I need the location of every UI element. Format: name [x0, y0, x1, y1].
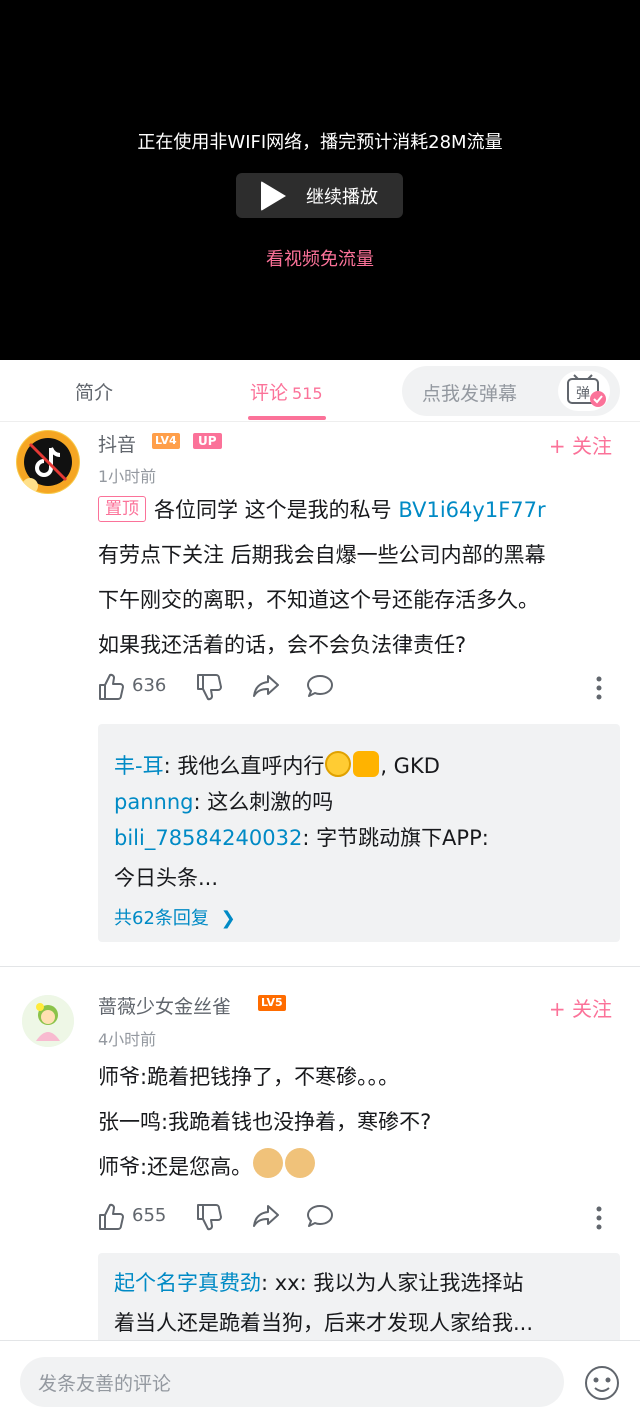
avatar-image — [22, 995, 74, 1047]
doge-emoji-icon — [253, 1148, 284, 1178]
continue-play-button[interactable]: 继续播放 — [236, 173, 403, 218]
reply-icon[interactable] — [306, 1203, 334, 1229]
network-notice: 正在使用非WIFI网络，播完预计消耗28M流量 — [137, 132, 503, 153]
follow-button[interactable]: + 关注 — [549, 430, 612, 459]
comment-item: 抖音 LV4 UP + 关注 1小时前 置顶 各位同学 这个是我的私号 BV1i6… — [0, 422, 640, 966]
level-badge: LV4 — [152, 433, 180, 449]
reply-text: 今日头条... — [114, 866, 219, 890]
reply-username[interactable]: 丰-耳 — [114, 754, 164, 778]
more-options-icon[interactable] — [596, 1205, 602, 1231]
danmaku-placeholder: 点我发弹幕 — [422, 383, 518, 405]
comment-text: 师爷:还是您高。 — [98, 1155, 253, 1179]
reply-text: , GKD — [380, 754, 440, 778]
share-icon[interactable] — [252, 1203, 280, 1229]
comment-count: 515 — [292, 384, 323, 403]
reply-item: pannng: 这么刺激的吗 — [114, 784, 333, 820]
reply-text: : xx: 我以为人家让我选择站 — [261, 1271, 524, 1295]
avatar[interactable] — [22, 995, 74, 1047]
continue-play-label: 继续播放 — [306, 186, 378, 208]
danmaku-input[interactable]: 点我发弹幕 弹 — [402, 366, 620, 416]
dislike-icon[interactable] — [196, 1203, 222, 1231]
pinned-badge: 置顶 — [98, 496, 146, 522]
like-count: 655 — [132, 1205, 167, 1226]
danmaku-toggle-icon[interactable]: 弹 — [556, 371, 612, 411]
reply-item: 着当人还是跪着当狗，后来才发现人家给我... — [114, 1305, 533, 1341]
video-link[interactable]: BV1i64y1F77r — [398, 498, 545, 522]
play-icon — [261, 180, 286, 211]
reply-preview[interactable]: 起个名字真费劲: xx: 我以为人家让我选择站 着当人还是跪着当狗，后来才发现人… — [98, 1253, 620, 1340]
reply-text: : 我他么直呼内行 — [163, 754, 325, 778]
svg-text:弹: 弹 — [576, 386, 590, 402]
view-more-replies[interactable]: 共62条回复 ❯ — [114, 904, 236, 930]
like-count: 636 — [132, 675, 167, 696]
comment-text: 各位同学 这个是我的私号 — [154, 498, 399, 522]
tab-intro[interactable]: 简介 — [75, 378, 113, 405]
comment-actions: 636 — [98, 673, 618, 703]
comment-text: 有劳点下关注 后期我会自爆一些公司内部的黑幕 — [98, 543, 546, 567]
tab-comments-label: 评论 — [250, 382, 289, 404]
reply-text: : 这么刺激的吗 — [193, 790, 334, 814]
emoji-icon[interactable] — [584, 1365, 620, 1401]
reply-username[interactable]: pannng — [114, 790, 193, 814]
comment-body: 置顶 各位同学 这个是我的私号 BV1i64y1F77r 有劳点下关注 后期我会自… — [98, 488, 623, 668]
tab-indicator — [248, 416, 326, 420]
comment-input[interactable]: 发条友善的评论 — [20, 1357, 564, 1407]
reply-icon[interactable] — [306, 673, 334, 699]
reply-username[interactable]: bili_78584240032 — [114, 826, 302, 850]
comment-time: 4小时前 — [98, 1030, 157, 1049]
comment-time: 1小时前 — [98, 467, 157, 486]
avatar[interactable] — [16, 430, 80, 494]
doge-emoji-icon — [285, 1148, 316, 1178]
like-icon[interactable] — [98, 673, 124, 701]
comment-body: 师爷:跪着把钱挣了，不寒碜。。。 张一鸣:我跪着钱也没挣着，寒碜不? 师爷:还是… — [98, 1055, 623, 1190]
more-options-icon[interactable] — [596, 675, 602, 701]
like-icon[interactable] — [98, 1203, 124, 1231]
comment-text: 如果我还活着的话，会不会负法律责任? — [98, 633, 467, 657]
more-replies-label: 共62条回复 — [114, 908, 209, 929]
reply-item: bili_78584240032: 字节跳动旗下APP: — [114, 820, 489, 856]
comment-input-bar: 发条友善的评论 — [0, 1340, 640, 1422]
comment-item: 蔷薇少女金丝雀 LV5 + 关注 4小时前 师爷:跪着把钱挣了，不寒碜。。。 张… — [0, 967, 640, 1340]
dislike-icon[interactable] — [196, 673, 222, 701]
comment-text: 张一鸣:我跪着钱也没挣着，寒碜不? — [98, 1110, 432, 1134]
reply-item: 今日头条... — [114, 860, 218, 896]
reply-preview[interactable]: 丰-耳: 我他么直呼内行 , GKD pannng: 这么刺激的吗 bili_78… — [98, 724, 620, 942]
reply-text: : 字节跳动旗下APP: — [302, 826, 489, 850]
username[interactable]: 蔷薇少女金丝雀 — [98, 992, 231, 1019]
free-data-link[interactable]: 看视频免流量 — [0, 245, 640, 271]
video-player[interactable]: 正在使用非WIFI网络，播完预计消耗28M流量 继续播放 看视频免流量 — [0, 0, 640, 360]
reply-item: 起个名字真费劲: xx: 我以为人家让我选择站 — [114, 1265, 523, 1301]
reply-username[interactable]: 起个名字真费劲 — [114, 1271, 261, 1295]
chevron-right-icon: ❯ — [220, 908, 236, 929]
reply-item: 丰-耳: 我他么直呼内行 , GKD — [114, 748, 440, 784]
comment-text: 下午刚交的离职，不知道这个号还能存活多久。 — [98, 588, 539, 612]
grin-emoji-icon — [325, 751, 352, 777]
username[interactable]: 抖音 — [98, 430, 136, 457]
reply-text: 着当人还是跪着当狗，后来才发现人家给我... — [114, 1311, 534, 1335]
up-badge: UP — [193, 433, 222, 449]
share-icon[interactable] — [252, 673, 280, 699]
level-badge: LV5 — [258, 995, 286, 1011]
comment-text: 师爷:跪着把钱挣了，不寒碜。。。 — [98, 1065, 400, 1089]
avatar-image — [17, 431, 79, 494]
thumbs-up-emoji-icon — [353, 751, 380, 777]
follow-button[interactable]: + 关注 — [549, 993, 612, 1022]
comment-actions: 655 — [98, 1203, 618, 1233]
